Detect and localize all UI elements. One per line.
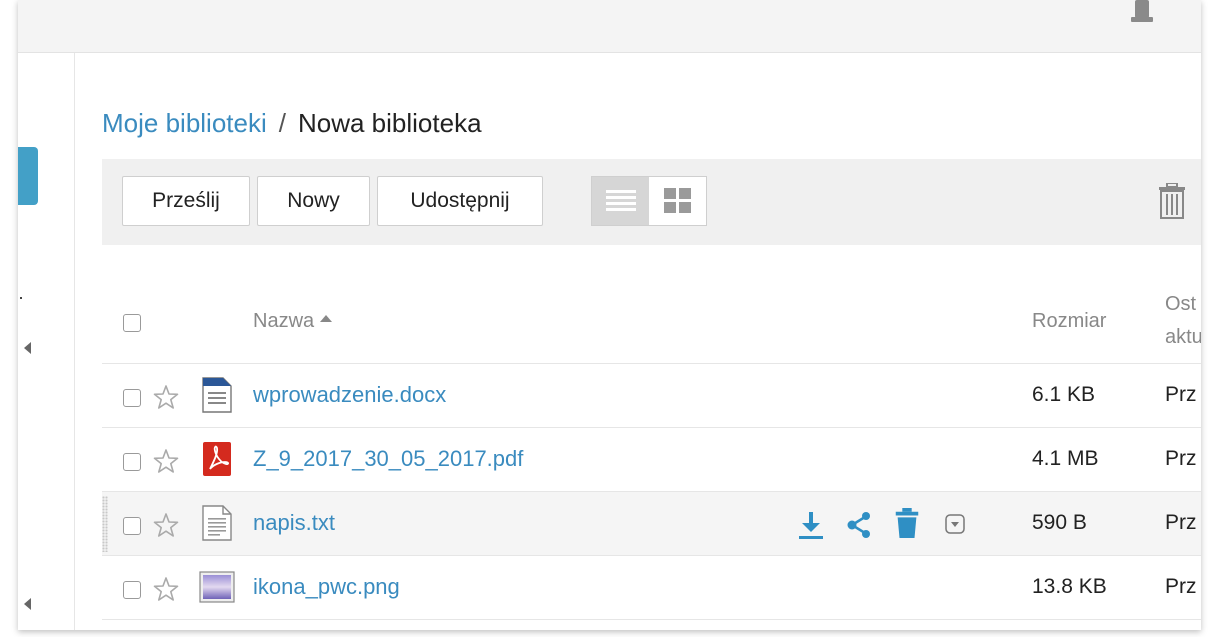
column-header-name-label: Nazwa (253, 310, 315, 332)
sidebar-active-tab[interactable] (18, 147, 38, 205)
file-size: 13.8 KB (1032, 575, 1107, 598)
star-icon[interactable] (153, 384, 179, 410)
column-header-name[interactable]: Nazwa (253, 310, 333, 333)
trash-icon[interactable] (1158, 183, 1186, 219)
row-checkbox[interactable] (123, 581, 141, 599)
delete-icon[interactable] (893, 508, 921, 538)
table-row[interactable]: napis.txt 590 B Prz (102, 492, 1201, 556)
breadcrumb-root-link[interactable]: Moje biblioteki (102, 108, 267, 138)
star-icon[interactable] (153, 512, 179, 538)
collapse-arrow-icon[interactable] (24, 342, 31, 354)
grid-view-icon (663, 188, 691, 213)
sidebar (18, 53, 75, 630)
list-view-icon (605, 190, 636, 211)
more-options-dropdown-icon[interactable] (945, 514, 965, 534)
docx-icon (202, 377, 232, 413)
share-icon[interactable] (845, 510, 873, 540)
sort-ascending-icon (320, 315, 333, 323)
select-all-checkbox[interactable] (123, 314, 141, 332)
toolbar: Prześlij Nowy Udostępnij (102, 159, 1201, 245)
star-icon[interactable] (153, 448, 179, 474)
top-bar (18, 0, 1201, 53)
view-mode-switch (591, 176, 707, 226)
upload-button[interactable]: Prześlij (122, 176, 250, 226)
main-content: Moje biblioteki / Nowa biblioteka Prześlij… (75, 53, 1201, 630)
file-name-link[interactable]: Z_9_2017_30_05_2017.pdf (253, 446, 523, 472)
table-row[interactable]: Z_9_2017_30_05_2017.pdf 4.1 MB Prz (102, 428, 1201, 492)
row-checkbox[interactable] (123, 453, 141, 471)
txt-icon (202, 505, 232, 541)
file-modified: Prz (1165, 575, 1197, 598)
file-size: 6.1 KB (1032, 383, 1096, 406)
share-button[interactable]: Udostępnij (377, 176, 543, 226)
file-modified: Prz (1165, 511, 1197, 534)
column-header-size[interactable]: Rozmiar (1032, 310, 1106, 333)
breadcrumb-current: Nowa biblioteka (297, 108, 482, 138)
breadcrumb: Moje biblioteki / Nowa biblioteka (102, 107, 482, 139)
file-name-link[interactable]: ikona_pwc.png (253, 574, 400, 600)
row-checkbox[interactable] (123, 389, 141, 407)
file-size: 4.1 MB (1032, 447, 1099, 470)
column-header-modified[interactable]: Ost aktu (1165, 293, 1201, 349)
list-view-button[interactable] (592, 177, 649, 225)
file-modified: Prz (1165, 447, 1197, 470)
app-window: Moje biblioteki / Nowa biblioteka Prześlij… (18, 0, 1201, 630)
column-header-modified-line1: Ost (1165, 293, 1197, 315)
row-checkbox[interactable] (123, 517, 141, 535)
file-name-link[interactable]: wprowadzenie.docx (253, 382, 446, 408)
bell-icon[interactable] (1131, 0, 1153, 26)
sidebar-marker (20, 297, 22, 299)
table-row[interactable]: wprowadzenie.docx 6.1 KB Prz (102, 364, 1201, 428)
new-button[interactable]: Nowy (257, 176, 370, 226)
column-header-modified-line2: aktu (1165, 326, 1201, 348)
file-size: 590 B (1032, 511, 1087, 534)
breadcrumb-separator: / (278, 108, 286, 138)
file-modified: Prz (1165, 383, 1197, 406)
table-row[interactable]: ikona_pwc.png 13.8 KB Prz (102, 556, 1201, 620)
file-name-link[interactable]: napis.txt (253, 510, 335, 536)
image-icon (199, 571, 235, 603)
collapse-arrow-icon[interactable] (24, 598, 31, 610)
download-icon[interactable] (797, 510, 825, 540)
table-header: Nazwa Rozmiar Ost aktu (102, 277, 1201, 364)
pdf-icon (203, 442, 231, 476)
grid-view-button[interactable] (649, 177, 706, 225)
star-icon[interactable] (153, 576, 179, 602)
drag-handle[interactable] (102, 496, 108, 552)
